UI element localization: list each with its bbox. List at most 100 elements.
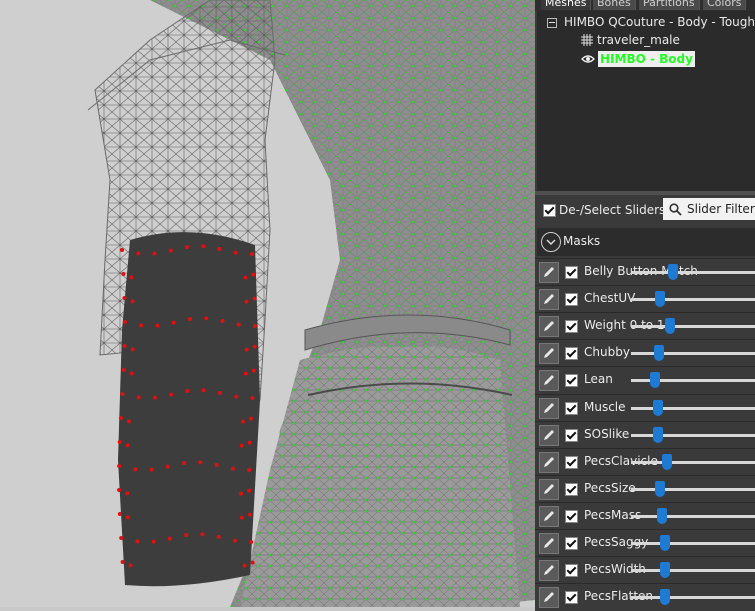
slider-checkbox[interactable]	[565, 455, 578, 469]
slider-checkbox[interactable]	[565, 591, 578, 605]
pencil-icon[interactable]	[539, 451, 559, 473]
slider-filter-input[interactable]: Slider Filter	[663, 198, 755, 220]
pencil-icon[interactable]	[539, 316, 559, 338]
tab-colors[interactable]: Colors	[703, 0, 747, 10]
slider-handle[interactable]	[659, 535, 670, 551]
slider-track[interactable]	[631, 569, 755, 573]
vertex-point	[243, 275, 248, 280]
tab-partitions[interactable]: Partitions	[639, 0, 700, 10]
pencil-icon[interactable]	[539, 397, 559, 419]
slider-checkbox[interactable]	[565, 509, 578, 523]
tree-item-traveler-male[interactable]: traveler_male	[581, 31, 751, 49]
tab-bones[interactable]: Bones	[593, 0, 636, 10]
slider-track[interactable]	[631, 271, 755, 274]
splitter[interactable]	[535, 191, 755, 195]
slider-track[interactable]	[631, 352, 755, 356]
vertex-point	[201, 388, 206, 393]
vertex-point	[220, 318, 225, 323]
slider-row[interactable]: PecsSize	[535, 474, 755, 503]
slider-handle[interactable]	[655, 480, 665, 497]
slider-checkbox[interactable]	[565, 564, 578, 578]
vertex-point	[129, 275, 134, 280]
slider-row[interactable]: Lean	[535, 366, 755, 395]
pencil-icon[interactable]	[539, 262, 559, 283]
slider-handle[interactable]	[655, 291, 665, 308]
slider-handle[interactable]	[659, 562, 670, 579]
vertex-point	[126, 419, 131, 424]
slider-checkbox[interactable]	[565, 320, 578, 334]
vertex-point	[249, 540, 254, 544]
slider-checkbox[interactable]	[565, 374, 578, 388]
slider-track[interactable]	[631, 406, 755, 410]
slider-row[interactable]: PecsWidth	[535, 556, 755, 585]
slider-track[interactable]	[631, 596, 755, 600]
slider-row[interactable]: Weight 0 to 1	[535, 312, 755, 341]
slider-handle[interactable]	[668, 264, 679, 280]
slider-handle[interactable]	[664, 318, 675, 335]
slider-checkbox[interactable]	[565, 482, 578, 496]
vertex-point	[247, 440, 252, 445]
pencil-icon[interactable]	[539, 505, 559, 527]
vertex-point	[252, 296, 257, 301]
slider-checkbox[interactable]	[565, 428, 578, 442]
pencil-icon[interactable]	[539, 478, 559, 500]
pencil-icon[interactable]	[539, 289, 559, 311]
vertex-point	[117, 464, 122, 468]
slider-checkbox[interactable]	[565, 293, 578, 307]
slider-handle[interactable]	[656, 507, 667, 524]
vertex-point	[151, 539, 156, 544]
vertex-point	[129, 371, 134, 376]
collapse-icon[interactable]	[547, 18, 557, 28]
slider-checkbox[interactable]	[565, 537, 578, 550]
slider-checkbox[interactable]	[565, 347, 578, 361]
vertex-point	[121, 368, 126, 372]
slider-track[interactable]	[631, 487, 755, 491]
slider-handle[interactable]	[660, 589, 671, 606]
slider-handle[interactable]	[649, 372, 660, 389]
pencil-icon[interactable]	[539, 343, 559, 365]
vertex-point	[120, 560, 125, 564]
select-sliders-label[interactable]: De-/Select Sliders	[559, 203, 665, 217]
vertex-point	[239, 443, 244, 448]
slider-row[interactable]: PecsSaggy	[535, 529, 755, 557]
pencil-icon[interactable]	[539, 424, 559, 446]
pencil-icon[interactable]	[539, 533, 559, 554]
slider-track[interactable]	[631, 514, 755, 518]
slider-row[interactable]: Muscle	[535, 393, 755, 422]
slider-row[interactable]: ChestUV	[535, 285, 755, 314]
grid-mesh-icon	[581, 34, 593, 46]
slider-track[interactable]	[631, 325, 755, 329]
select-all-checkbox[interactable]	[543, 204, 556, 217]
vertex-point	[233, 250, 238, 255]
slider-track[interactable]	[631, 460, 755, 464]
slider-handle[interactable]	[662, 453, 673, 470]
slider-checkbox[interactable]	[565, 266, 578, 279]
expand-circle-icon[interactable]	[541, 232, 561, 252]
slider-track[interactable]	[631, 298, 755, 302]
masks-label: Masks	[563, 234, 601, 248]
pencil-icon[interactable]	[539, 370, 559, 392]
pencil-icon[interactable]	[539, 560, 559, 582]
vertex-point	[169, 392, 174, 397]
slider-handle[interactable]	[653, 345, 664, 362]
slider-handle[interactable]	[653, 426, 664, 443]
vertex-point	[252, 344, 257, 349]
tree-root[interactable]: HIMBO QCouture - Body - Toughen	[564, 13, 755, 31]
vertex-point	[118, 416, 123, 420]
vertex-point	[119, 536, 124, 540]
3d-viewport[interactable]	[0, 0, 535, 607]
slider-handle[interactable]	[652, 399, 663, 416]
slider-row[interactable]: SOSlike	[535, 420, 755, 449]
slider-track[interactable]	[631, 433, 755, 437]
slider-row[interactable]: PecsMass	[535, 501, 755, 530]
slider-row[interactable]: Chubby	[535, 339, 755, 368]
slider-track[interactable]	[631, 542, 755, 545]
slider-checkbox[interactable]	[565, 401, 578, 415]
masks-group[interactable]: Masks	[537, 228, 755, 256]
slider-row[interactable]: PecsClavicle	[535, 447, 755, 476]
pencil-icon[interactable]	[539, 587, 559, 609]
tree-item-himbo-body[interactable]: HIMBO - Body	[581, 50, 751, 68]
slider-row[interactable]: Belly Button Match	[535, 258, 755, 286]
eye-icon[interactable]	[581, 54, 595, 64]
tab-meshes[interactable]: Meshes	[541, 0, 592, 10]
